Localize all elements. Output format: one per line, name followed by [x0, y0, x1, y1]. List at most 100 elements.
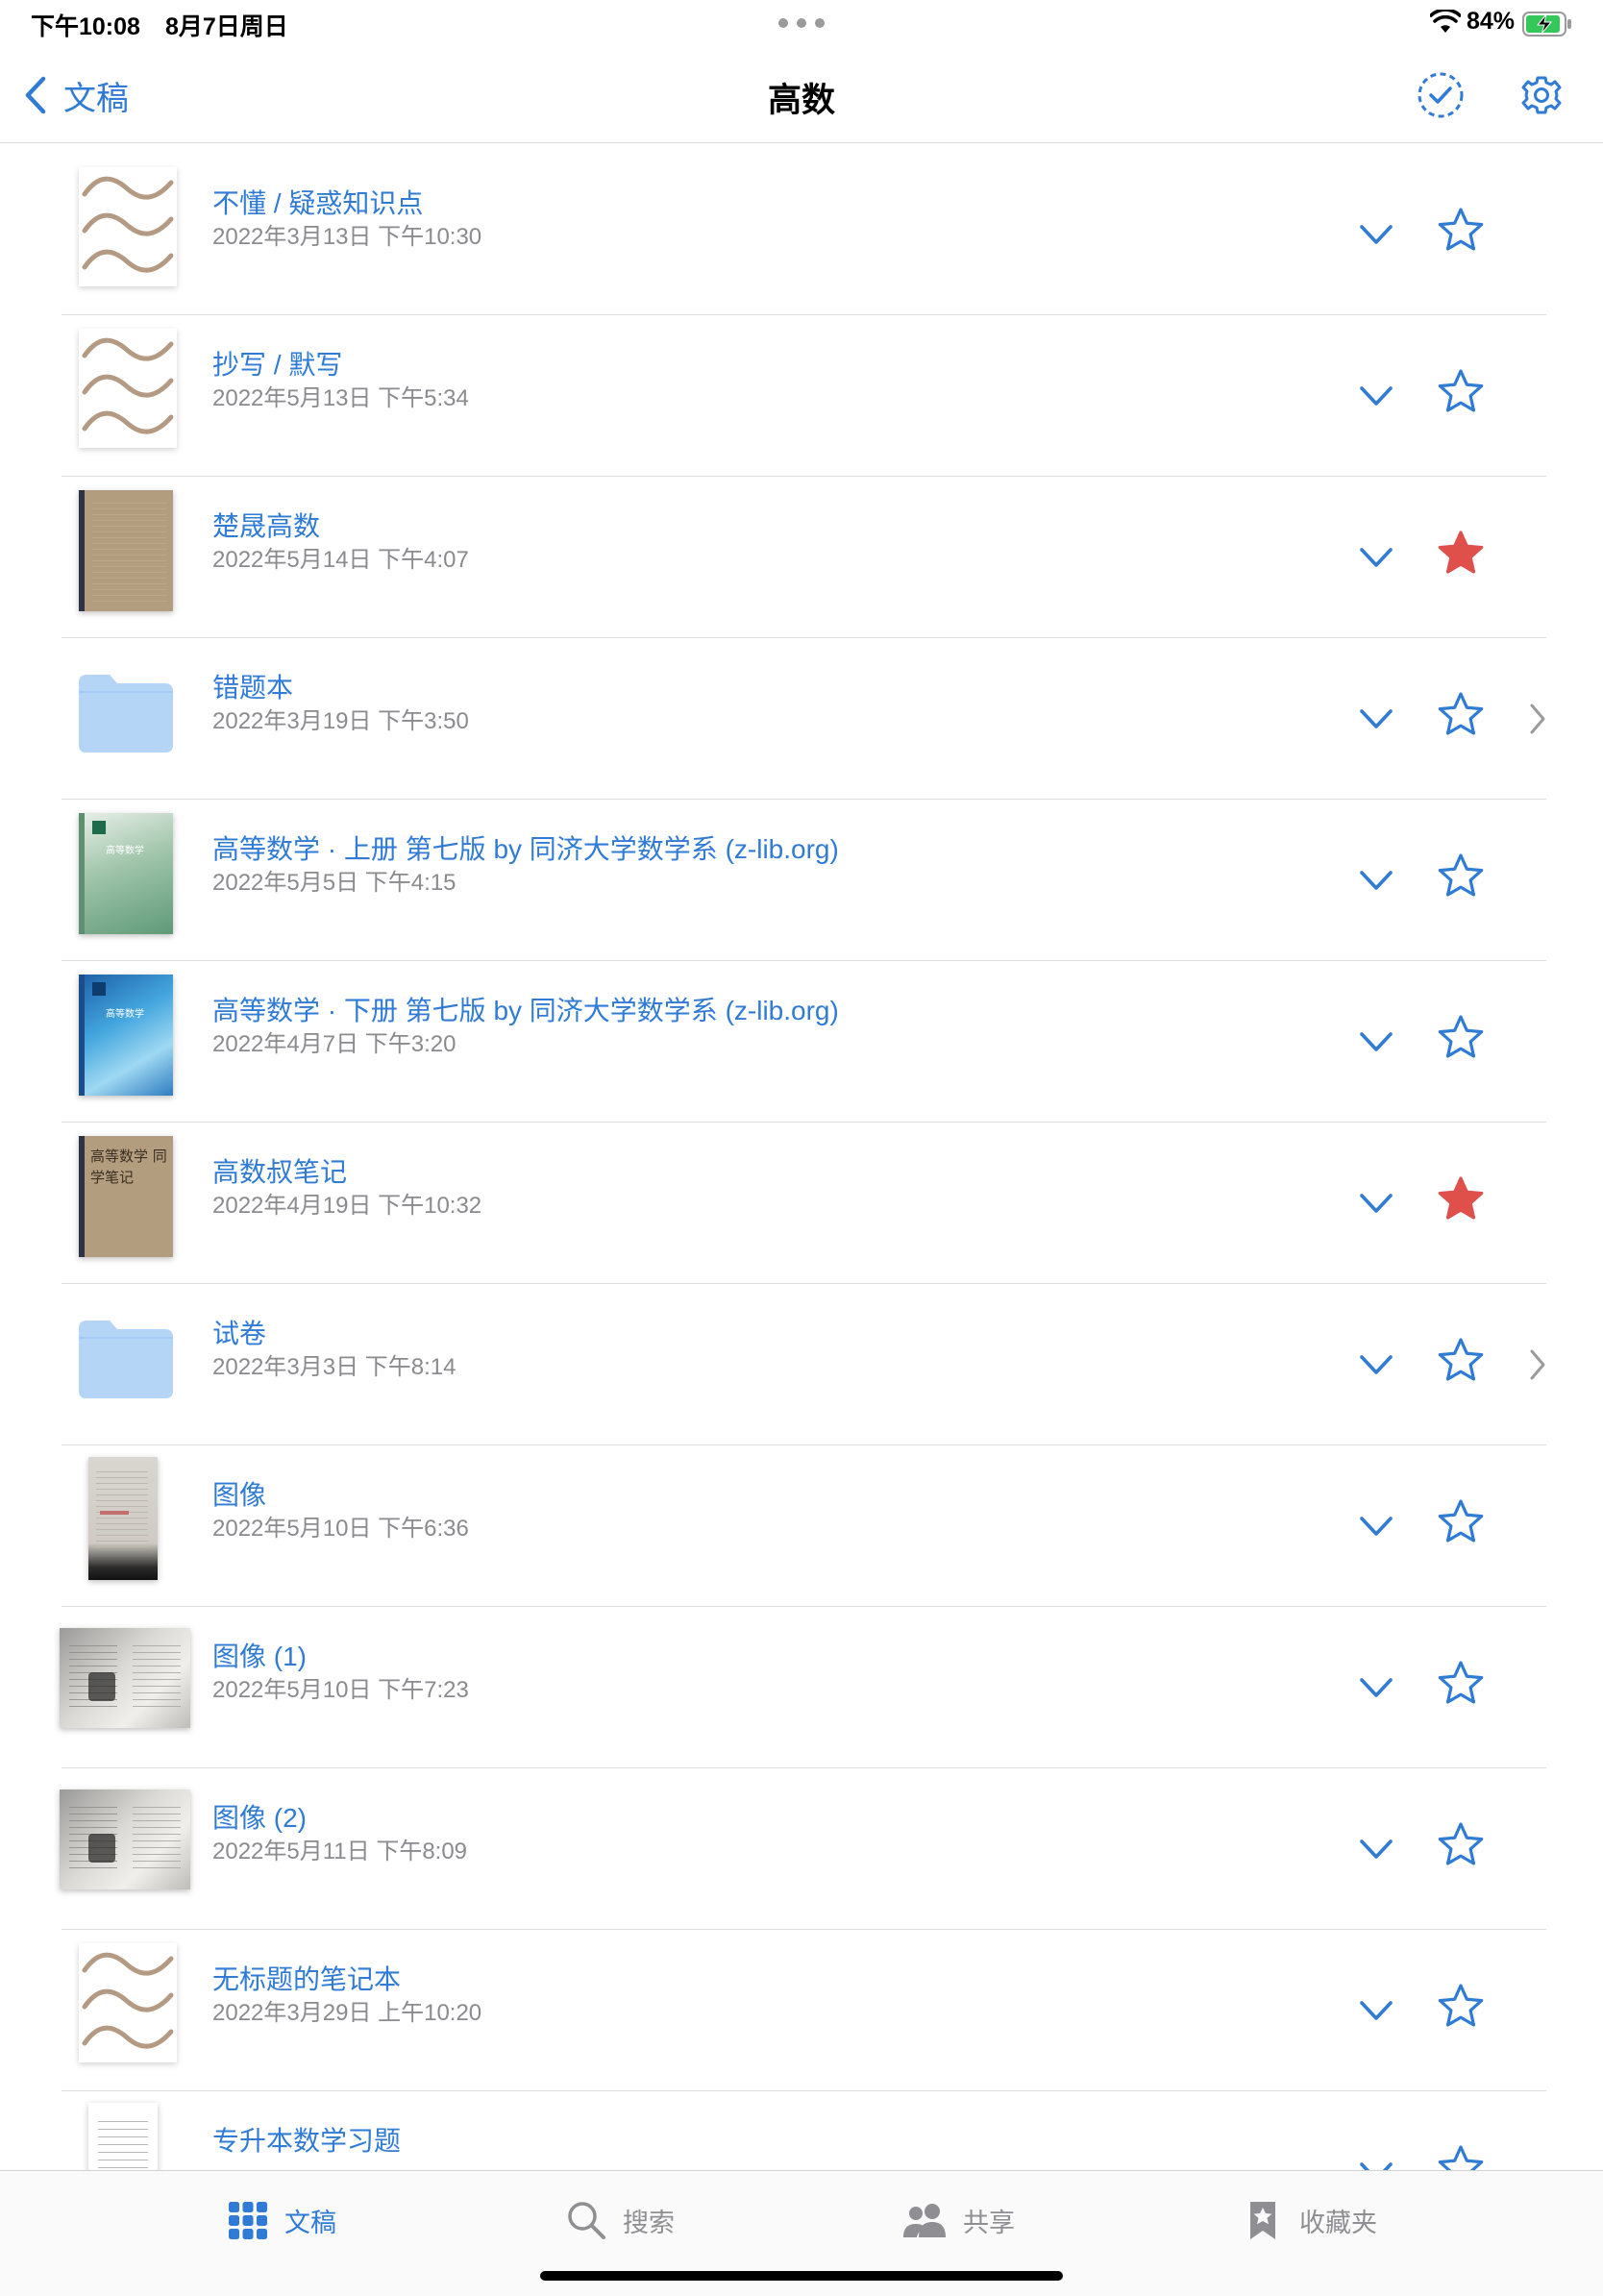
item-title: 错题本 — [212, 673, 294, 703]
item-date: 2022年4月19日 下午10:32 — [212, 1193, 482, 1219]
chevron-right-icon — [1530, 704, 1545, 734]
item-date: 2022年5月13日 下午5:34 — [212, 385, 469, 411]
item-date: 2022年3月13日 下午10:30 — [212, 224, 482, 250]
star-outline-icon[interactable] — [1436, 1497, 1486, 1547]
star-outline-icon[interactable] — [1436, 690, 1486, 740]
chevron-down-icon[interactable] — [1357, 861, 1395, 900]
document-row[interactable]: 不懂 / 疑惑知识点 2022年3月13日 下午10:30 — [0, 154, 1603, 315]
item-date: 2022年3月29日 上午10:20 — [212, 2000, 482, 2026]
chevron-down-icon[interactable] — [1357, 1668, 1395, 1707]
tab-shared[interactable]: 共享 — [901, 2196, 1015, 2244]
status-date: 8月7日周日 — [165, 13, 288, 40]
star-outline-icon[interactable] — [1436, 206, 1486, 256]
photo-thumbnail[interactable] — [60, 1628, 190, 1728]
item-title: 专升本数学习题 — [212, 2126, 402, 2156]
chevron-down-icon[interactable] — [1357, 215, 1395, 254]
notebook-thumbnail[interactable] — [79, 167, 177, 286]
star-filled-icon[interactable] — [1436, 529, 1486, 579]
folder-row[interactable]: 错题本 2022年3月19日 下午3:50 — [0, 638, 1603, 800]
document-row[interactable]: 高等数学 同学笔记 高数叔笔记 2022年4月19日 下午10:32 — [0, 1123, 1603, 1284]
multitasking-dots-icon[interactable] — [778, 18, 825, 28]
document-row[interactable]: 楚晟高数 2022年5月14日 下午4:07 — [0, 477, 1603, 638]
document-row[interactable]: 高等数学 高等数学 · 下册 第七版 by 同济大学数学系 (z-lib.org… — [0, 961, 1603, 1123]
navigation-bar: 文稿 高数 — [0, 48, 1603, 143]
folder-icon[interactable] — [77, 1319, 175, 1399]
chevron-down-icon[interactable] — [1357, 1346, 1395, 1384]
star-outline-icon[interactable] — [1436, 852, 1486, 901]
chevron-down-icon[interactable] — [1357, 1991, 1395, 2030]
item-title: 高等数学 · 上册 第七版 by 同济大学数学系 (z-lib.org) — [212, 834, 839, 864]
document-row[interactable]: 图像 (2) 2022年5月11日 下午8:09 — [0, 1768, 1603, 1930]
chevron-down-icon[interactable] — [1357, 538, 1395, 577]
tab-shared-label: 共享 — [963, 2208, 1015, 2237]
item-title: 楚晟高数 — [212, 511, 321, 541]
status-time: 下午10:08 — [31, 13, 140, 40]
tab-search-label: 搜索 — [623, 2208, 675, 2237]
notebook-thumbnail[interactable] — [79, 490, 173, 611]
star-outline-icon[interactable] — [1436, 1336, 1486, 1386]
chevron-down-icon[interactable] — [1357, 1507, 1395, 1545]
gear-icon[interactable] — [1520, 69, 1563, 121]
tab-documents-label: 文稿 — [284, 2208, 336, 2237]
item-title: 图像 (2) — [212, 1803, 308, 1833]
star-filled-icon[interactable] — [1436, 1174, 1486, 1224]
select-checkmark-icon[interactable] — [1415, 69, 1467, 121]
item-date: 2022年3月19日 下午3:50 — [212, 708, 469, 734]
item-date: 2022年5月11日 下午8:09 — [212, 1839, 468, 1864]
book-cover-thumbnail[interactable]: 高等数学 — [79, 975, 173, 1096]
chevron-down-icon[interactable] — [1357, 700, 1395, 738]
wifi-icon — [1430, 10, 1461, 33]
chevron-down-icon[interactable] — [1357, 1023, 1395, 1061]
document-row[interactable]: 无标题的笔记本 2022年3月29日 上午10:20 — [0, 1930, 1603, 2091]
item-date: 2022年5月5日 下午4:15 — [212, 870, 456, 896]
document-row[interactable]: 高等数学 高等数学 · 上册 第七版 by 同济大学数学系 (z-lib.org… — [0, 800, 1603, 961]
battery-charging-icon — [1522, 12, 1571, 37]
item-title: 图像 (1) — [212, 1642, 308, 1671]
star-outline-icon[interactable] — [1436, 1820, 1486, 1870]
tab-favorites-label: 收藏夹 — [1299, 2208, 1377, 2237]
item-title: 高数叔笔记 — [212, 1157, 348, 1187]
star-outline-icon[interactable] — [1436, 1013, 1486, 1063]
document-row[interactable]: 抄写 / 默写 2022年5月13日 下午5:34 — [0, 315, 1603, 477]
page-title: 高数 — [767, 82, 835, 119]
item-title: 抄写 / 默写 — [212, 350, 343, 380]
grid-icon — [229, 2202, 267, 2239]
notebook-thumbnail[interactable] — [79, 329, 177, 448]
star-outline-icon[interactable] — [1436, 367, 1486, 417]
folder-icon[interactable] — [77, 673, 175, 753]
photo-thumbnail[interactable] — [88, 1457, 158, 1580]
item-title: 图像 — [212, 1480, 267, 1510]
tab-search[interactable]: 搜索 — [565, 2196, 675, 2244]
photo-thumbnail[interactable] — [60, 1790, 190, 1889]
star-outline-icon[interactable] — [1436, 1659, 1486, 1709]
star-outline-icon[interactable] — [1436, 1982, 1486, 2032]
document-row[interactable]: 图像 2022年5月10日 下午6:36 — [0, 1445, 1603, 1607]
notebook-thumbnail[interactable]: 高等数学 同学笔记 — [79, 1136, 173, 1257]
chevron-right-icon — [1530, 1349, 1545, 1380]
chevron-down-icon[interactable] — [1357, 1830, 1395, 1868]
item-title: 试卷 — [212, 1319, 267, 1348]
status-bar: 下午10:08 8月7日周日 84% — [0, 0, 1603, 48]
book-cover-thumbnail[interactable]: 高等数学 — [79, 813, 173, 934]
item-date: 2022年5月10日 下午7:23 — [212, 1677, 469, 1703]
handwritten-cover-text: 高等数学 同学笔记 — [90, 1148, 167, 1186]
document-row[interactable]: 图像 (1) 2022年5月10日 下午7:23 — [0, 1607, 1603, 1768]
battery-percent: 84% — [1467, 8, 1516, 35]
item-title: 高等数学 · 下册 第七版 by 同济大学数学系 (z-lib.org) — [212, 996, 839, 1025]
cover-title: 高等数学 — [106, 846, 144, 856]
item-date: 2022年3月3日 下午8:14 — [212, 1354, 456, 1380]
search-icon — [568, 2202, 605, 2239]
item-date: 2022年5月14日 下午4:07 — [212, 547, 469, 573]
item-date: 2022年5月10日 下午6:36 — [212, 1516, 469, 1542]
folder-row[interactable]: 试卷 2022年3月3日 下午8:14 — [0, 1284, 1603, 1445]
home-indicator — [540, 2271, 1063, 2281]
tab-favorites[interactable]: 收藏夹 — [1242, 2196, 1377, 2244]
tab-documents[interactable]: 文稿 — [227, 2196, 336, 2244]
item-title: 无标题的笔记本 — [212, 1964, 402, 1994]
chevron-down-icon[interactable] — [1357, 1184, 1395, 1222]
people-icon — [903, 2204, 946, 2237]
chevron-down-icon[interactable] — [1357, 377, 1395, 415]
notebook-thumbnail[interactable] — [79, 1943, 177, 2062]
bookmark-star-icon — [1250, 2202, 1275, 2239]
item-date: 2022年4月7日 下午3:20 — [212, 1031, 456, 1057]
